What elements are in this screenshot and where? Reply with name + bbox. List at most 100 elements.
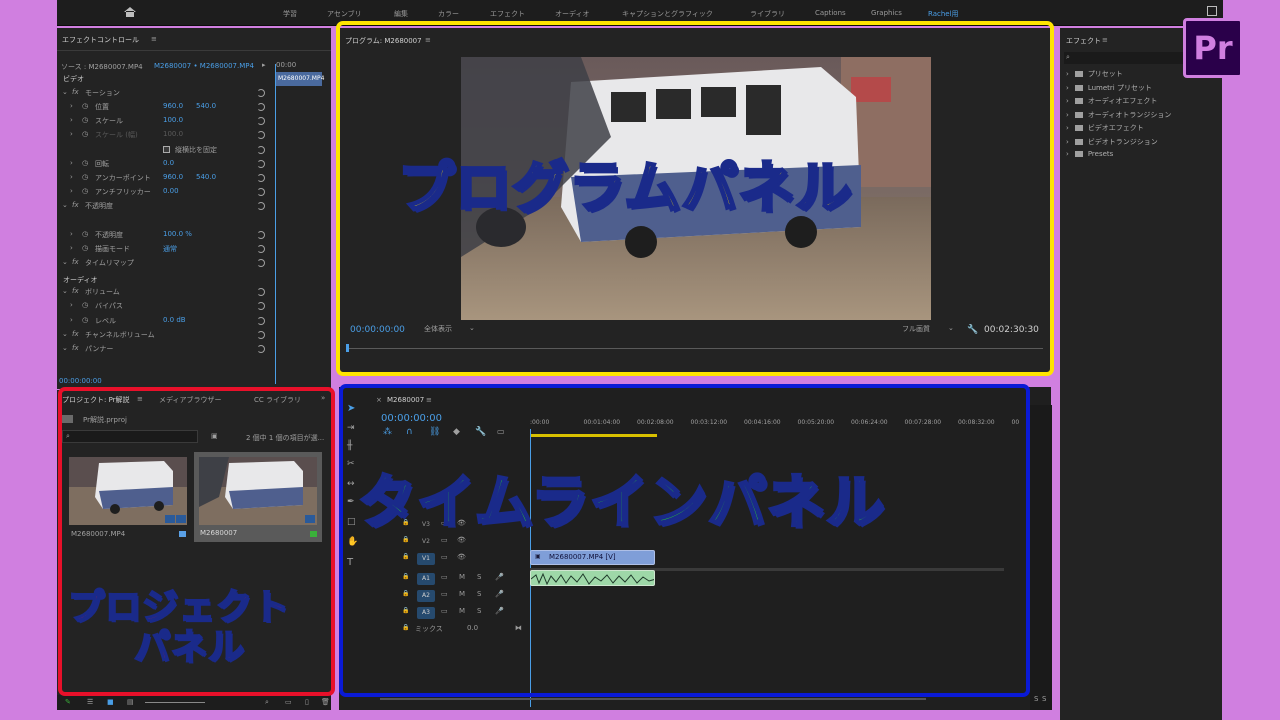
track-label[interactable]: A2 — [417, 590, 435, 602]
expand-icon[interactable]: › — [70, 173, 73, 181]
effect-row[interactable]: ⌄ fx チャンネルボリューム — [57, 330, 331, 342]
zoom-slider[interactable] — [145, 702, 205, 703]
ws-rachel[interactable]: Rachel用 — [928, 9, 959, 19]
hand-icon[interactable]: ✋ — [347, 537, 358, 547]
time-ruler[interactable]: :00:00 00:01:04:00 00:02:08:00 00:03:12:00 0… — [530, 417, 1019, 435]
reset-icon[interactable] — [257, 317, 265, 325]
captions-icon[interactable]: ▭ — [497, 427, 505, 436]
project-search-input[interactable]: ⌕ — [62, 430, 198, 443]
expand-icon[interactable]: ⌄ — [62, 287, 68, 295]
effect-row[interactable]: › ◷ アンチフリッカー 0.00 — [57, 187, 331, 199]
program-menu-icon[interactable]: ≡ — [425, 36, 431, 44]
program-scrubber[interactable] — [347, 348, 1043, 349]
audio-clip[interactable] — [530, 570, 655, 586]
effects-folder[interactable]: › プリセット — [1066, 69, 1123, 79]
effects-folder[interactable]: › ビデオトランジション — [1066, 137, 1158, 147]
reset-icon[interactable] — [257, 345, 265, 353]
stopwatch-icon[interactable]: ◷ — [82, 230, 88, 238]
effect-row[interactable]: › ◷ 回転 0.0 — [57, 159, 331, 171]
program-playhead[interactable] — [346, 344, 349, 352]
lock-icon[interactable]: 🔒 — [402, 607, 409, 614]
effects-folder[interactable]: › オーディオエフェクト — [1066, 96, 1157, 106]
solo-right[interactable]: S — [1042, 695, 1046, 703]
fx-icon[interactable]: fx — [72, 344, 79, 352]
slip-icon[interactable]: ↔ — [347, 479, 355, 489]
export-icon[interactable] — [1207, 6, 1217, 16]
audio-track-header[interactable]: 🔒 ▭ M S 🎤 A2 — [371, 587, 529, 604]
reset-icon[interactable] — [257, 331, 265, 339]
program-title[interactable]: プログラム: M2680007 — [345, 36, 422, 46]
effects-folder[interactable]: › ビデオエフェクト — [1066, 123, 1144, 133]
audio-track-header[interactable]: 🔒 ▭ M S 🎤 A3 — [371, 604, 529, 621]
timeline-timecode[interactable]: 00:00:00:00 — [381, 413, 442, 424]
type-tool-icon[interactable]: T — [347, 557, 353, 568]
new-bin-icon[interactable]: ▭ — [285, 698, 292, 706]
effect-value[interactable]: 100.0 — [163, 130, 183, 138]
effect-value[interactable]: 0.0 dB — [163, 316, 186, 324]
effect-row[interactable]: ⌄ fx モーション — [57, 88, 331, 100]
quality-select[interactable]: フル画質 ⌄ — [900, 323, 956, 335]
reset-icon[interactable] — [257, 202, 265, 210]
effect-row[interactable]: ⌄ fx パンナー — [57, 344, 331, 356]
nest-icon[interactable]: ⁂ — [383, 427, 392, 437]
effects-folder[interactable]: › Lumetri プリセット — [1066, 83, 1152, 93]
solo-icon[interactable]: S — [477, 607, 481, 615]
reset-icon[interactable] — [257, 188, 265, 196]
film-icon[interactable]: ▭ — [441, 553, 448, 561]
effects-folder[interactable]: › Presets — [1066, 150, 1113, 158]
ws-edit[interactable]: 編集 — [394, 9, 408, 19]
stopwatch-icon[interactable]: ◷ — [82, 116, 88, 124]
stopwatch-icon[interactable]: ◷ — [82, 244, 88, 252]
new-bin-icon[interactable]: ▣ — [211, 432, 218, 440]
pencil-icon[interactable]: ✎ — [65, 698, 71, 706]
ws-learn[interactable]: 学習 — [283, 9, 297, 19]
expand-icon[interactable]: › — [70, 130, 73, 138]
stopwatch-icon[interactable]: ◷ — [82, 187, 88, 195]
tab-media-browser[interactable]: メディアブラウザー — [159, 395, 222, 405]
effect-row[interactable]: 縦横比を固定 — [57, 145, 331, 157]
expand-icon[interactable]: › — [70, 301, 73, 309]
expand-icon[interactable]: ⌄ — [62, 201, 68, 209]
mic-icon[interactable]: 🎤 — [495, 573, 504, 581]
mic-icon[interactable]: 🎤 — [495, 590, 504, 598]
ws-color[interactable]: カラー — [438, 9, 459, 19]
clip-bar[interactable]: M2680007.MP4 — [276, 72, 324, 86]
effect-value[interactable]: 通常 — [163, 244, 177, 254]
ws-effects[interactable]: エフェクト — [490, 9, 525, 19]
reset-icon[interactable] — [257, 302, 265, 310]
reset-icon[interactable] — [257, 245, 265, 253]
linked-selection-icon[interactable]: ⛓ — [429, 427, 440, 437]
effect-controls-title[interactable]: エフェクトコントロール — [62, 35, 139, 45]
effect-row[interactable]: › ◷ スケール 100.0 — [57, 116, 331, 128]
reset-icon[interactable] — [257, 160, 265, 168]
reset-icon[interactable] — [257, 288, 265, 296]
track-select-icon[interactable]: ⇥ — [347, 423, 355, 433]
effect-value[interactable]: 100.0 % — [163, 230, 192, 238]
settings-wrench-icon[interactable]: 🔧 — [475, 427, 486, 437]
effect-value-2[interactable]: 540.0 — [196, 102, 216, 110]
work-area-bar[interactable] — [531, 434, 657, 437]
effect-row[interactable]: ⌄ fx 不透明度 — [57, 201, 331, 213]
mix-value[interactable]: 0.0 — [467, 624, 478, 632]
stopwatch-icon[interactable]: ◷ — [82, 130, 88, 138]
ws-audio[interactable]: オーディオ — [555, 9, 590, 19]
expand-icon[interactable]: ⌄ — [62, 258, 68, 266]
fx-icon[interactable]: fx — [72, 258, 79, 266]
fx-icon[interactable]: fx — [72, 330, 79, 338]
rectangle-icon[interactable]: □ — [347, 517, 356, 527]
marker-icon[interactable]: ◆ — [453, 427, 460, 437]
panel-menu-icon[interactable]: ≡ — [151, 35, 157, 43]
track-label[interactable]: A1 — [417, 573, 435, 585]
mix-end-icon[interactable]: ⧓ — [515, 624, 522, 632]
trash-icon[interactable]: 🗑 — [321, 698, 330, 706]
video-clip[interactable]: ▣ M2680007.MP4 [V] — [530, 550, 655, 565]
freeform-view-icon[interactable]: ▤ — [127, 698, 134, 706]
tab-project[interactable]: プロジェクト: Pr解説 — [62, 395, 130, 405]
effects-title[interactable]: エフェクト — [1066, 36, 1101, 46]
effect-value[interactable]: 0.0 — [163, 159, 174, 167]
stopwatch-icon[interactable]: ◷ — [82, 173, 88, 181]
track-label[interactable]: V1 — [417, 553, 435, 565]
sync-icon[interactable]: ▭ — [441, 607, 448, 615]
solo-icon[interactable]: S — [477, 590, 481, 598]
lock-icon[interactable]: 🔒 — [402, 590, 409, 597]
